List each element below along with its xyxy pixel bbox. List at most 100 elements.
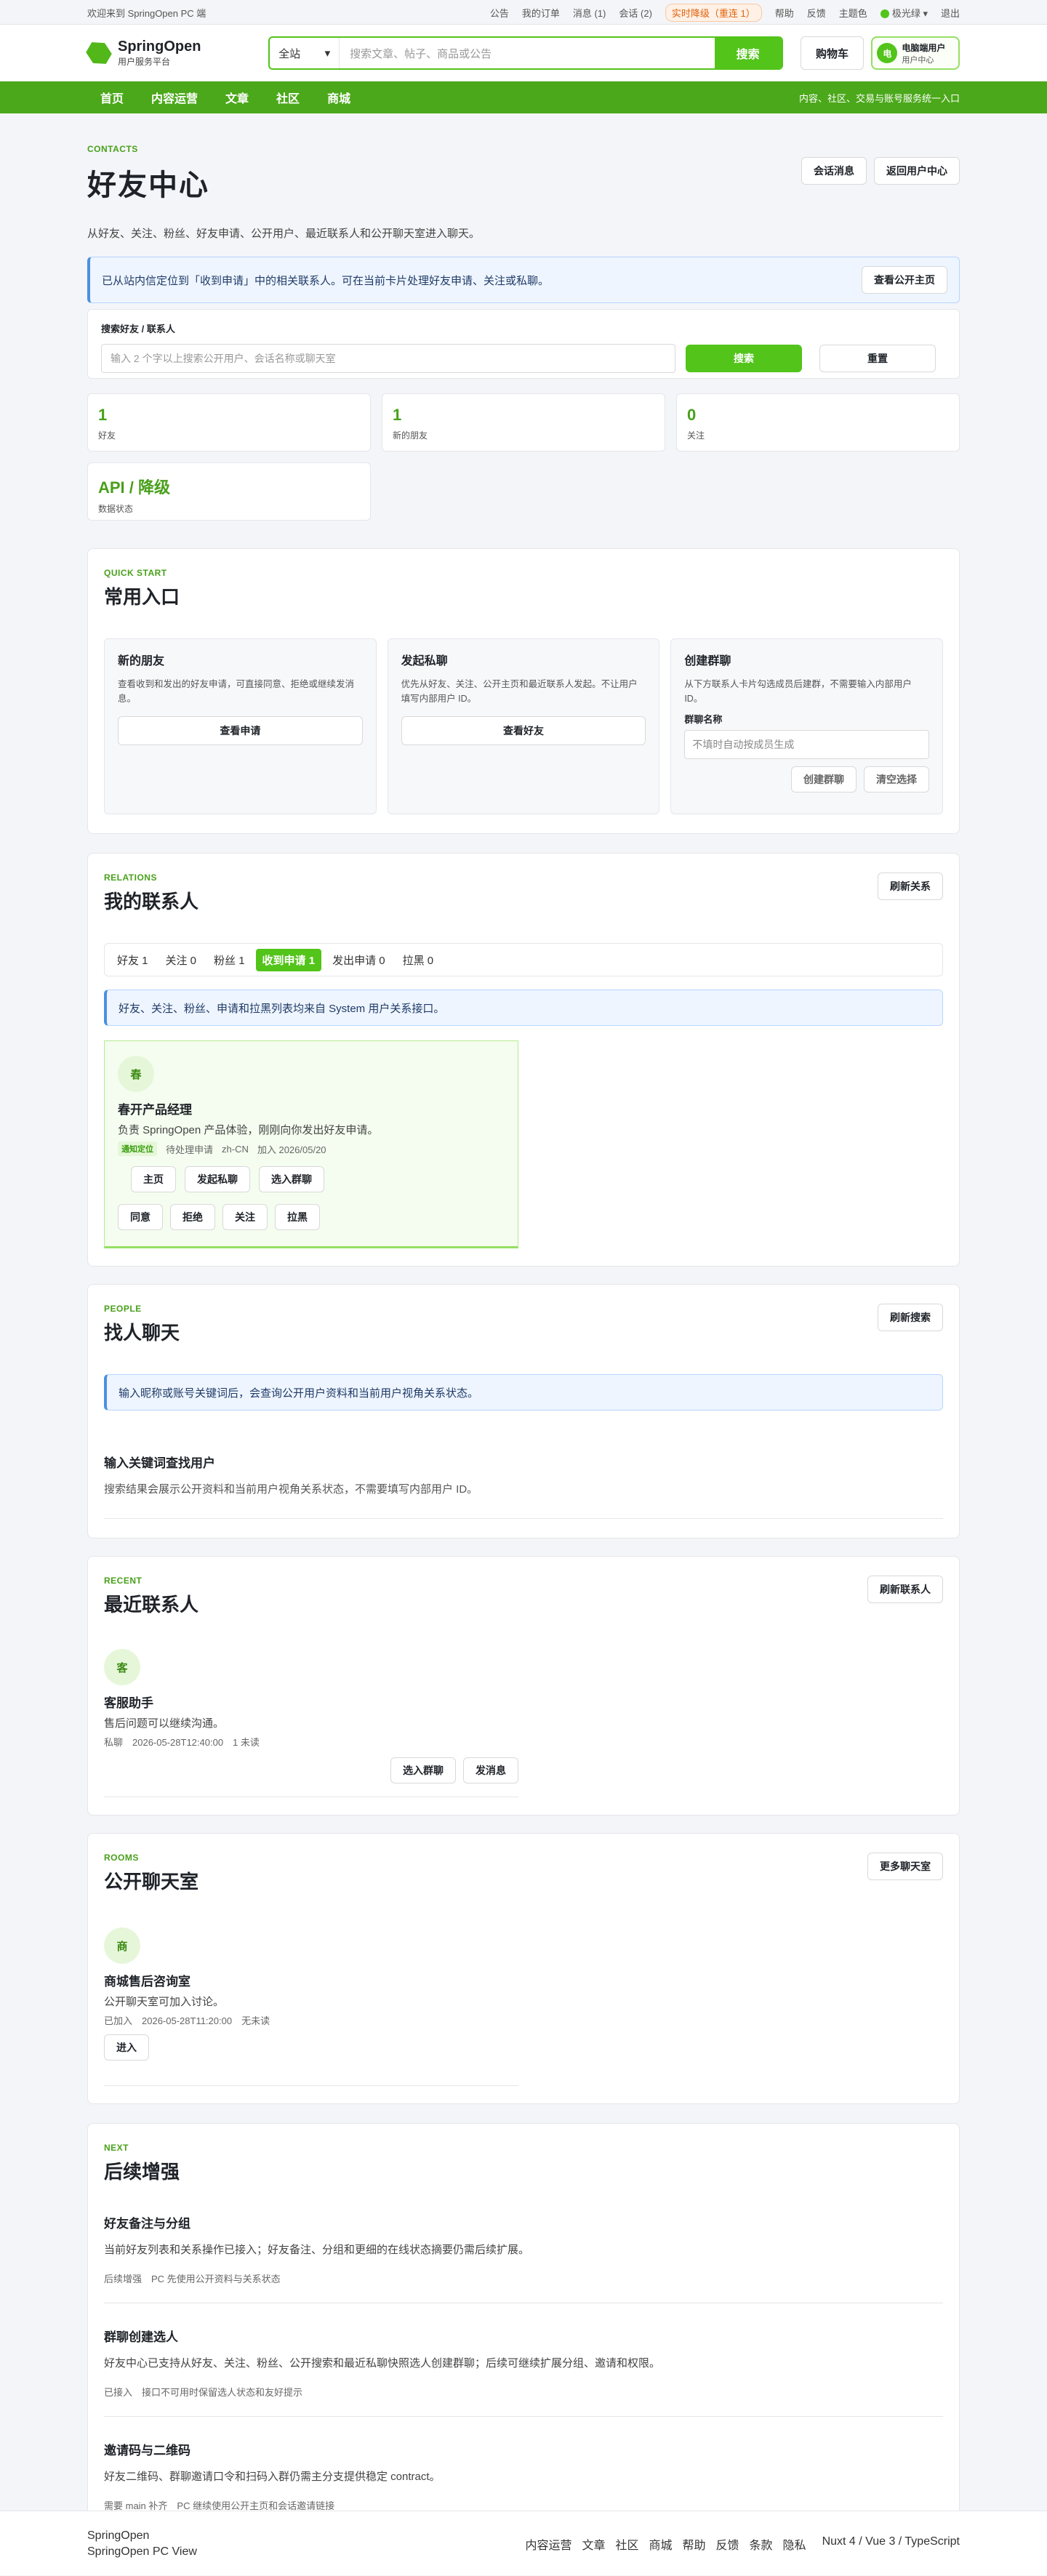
- profile-button[interactable]: 主页: [131, 1166, 176, 1192]
- avatar: 电: [877, 43, 898, 63]
- create-group-button[interactable]: 创建群聊: [790, 766, 857, 793]
- refresh-search-button[interactable]: 刷新搜索: [878, 1304, 943, 1331]
- section-eyebrow: PEOPLE: [104, 1304, 142, 1314]
- theme-selector[interactable]: 极光绿 ▾: [880, 6, 928, 20]
- global-search: 全站 ▾ 搜索文章、帖子、商品或公告 搜索: [268, 36, 783, 70]
- people-card: PEOPLE 找人聊天 刷新搜索 输入昵称或账号关键词后，会查询公开用户资料和当…: [87, 1284, 960, 1538]
- block-button[interactable]: 拉黑: [275, 1204, 320, 1230]
- top-utility-bar: 欢迎来到 SpringOpen PC 端 公告 我的订单 消息 (1) 会话 (…: [0, 0, 1047, 25]
- accept-button[interactable]: 同意: [118, 1204, 163, 1230]
- view-public-profile-button[interactable]: 查看公开主页: [862, 266, 947, 294]
- main-content: CONTACTS 好友中心 会话消息 返回用户中心 从好友、关注、粉丝、好友申请…: [87, 113, 960, 2545]
- nav-item-articles[interactable]: 文章: [225, 89, 249, 106]
- topbar-link-notice[interactable]: 公告: [490, 6, 509, 20]
- section-title: 公开聊天室: [104, 1871, 199, 1893]
- tab-followers[interactable]: 粉丝 1: [207, 949, 252, 971]
- user-menu[interactable]: 电 电脑端用户 用户中心: [871, 36, 960, 70]
- relations-tabs: 好友 1 关注 0 粉丝 1 收到申请 1 发出申请 0 拉黑 0: [104, 943, 943, 976]
- footer-link-articles[interactable]: 文章: [582, 2535, 605, 2553]
- section-eyebrow: NEXT: [104, 2143, 129, 2153]
- refresh-contacts-button[interactable]: 刷新联系人: [867, 1576, 943, 1603]
- contact-search-input[interactable]: 输入 2 个字以上搜索公开用户、会话名称或聊天室: [101, 344, 675, 373]
- start-private-chat-button[interactable]: 发起私聊: [185, 1166, 250, 1192]
- contact-search-card: 搜索好友 / 联系人 输入 2 个字以上搜索公开用户、会话名称或聊天室 搜索 重…: [87, 309, 960, 379]
- topbar-link-feedback[interactable]: 反馈: [807, 6, 826, 20]
- nav-item-content-ops[interactable]: 内容运营: [151, 89, 198, 106]
- contact-meta: 私聊 2026-05-28T12:40:00 1 未读: [104, 1737, 260, 1748]
- topbar-link-messages[interactable]: 消息 (1): [573, 6, 606, 20]
- footer-link-community[interactable]: 社区: [615, 2535, 638, 2553]
- contact-meta-locale: zh-CN: [222, 1143, 249, 1155]
- rooms-card: ROOMS 公开聊天室 更多聊天室 商 商城售后咨询室 公开聊天室可加入讨论。 …: [87, 1833, 960, 2104]
- messages-button[interactable]: 会话消息: [801, 157, 867, 185]
- logo-subtitle: 用户服务平台: [118, 57, 171, 67]
- footer-link-privacy[interactable]: 隐私: [783, 2535, 806, 2553]
- tab-following[interactable]: 关注 0: [159, 949, 204, 971]
- follow-button[interactable]: 关注: [222, 1204, 268, 1230]
- topbar-link-sessions[interactable]: 会话 (2): [619, 6, 652, 20]
- user-center-label: 用户中心: [902, 55, 934, 65]
- tab-friends[interactable]: 好友 1: [111, 949, 155, 971]
- room-description: 公开聊天室可加入讨论。: [104, 1996, 225, 2008]
- contact-description: 负责 SpringOpen 产品体验，刚刚向你发出好友申请。: [118, 1124, 379, 1136]
- view-requests-button[interactable]: 查看申请: [118, 716, 363, 745]
- stat-label: 好友: [98, 430, 116, 441]
- topbar-link-orders[interactable]: 我的订单: [522, 6, 560, 20]
- tab-sent-requests[interactable]: 发出申请 0: [326, 949, 392, 971]
- enter-room-button[interactable]: 进入: [104, 2034, 149, 2061]
- nav-item-mall[interactable]: 商城: [327, 89, 350, 106]
- quick-box-desc: 查看收到和发出的好友申请，可直接同意、拒绝或继续发消息。: [118, 679, 355, 704]
- section-eyebrow: RELATIONS: [104, 872, 157, 883]
- chevron-down-icon: ▾: [324, 47, 331, 60]
- footer-subtitle: SpringOpen PC View: [87, 2545, 197, 2558]
- more-rooms-button[interactable]: 更多聊天室: [867, 1853, 943, 1880]
- recent-card: RECENT 最近联系人 刷新联系人 客 客服助手 售后问题可以继续沟通。 私聊…: [87, 1556, 960, 1815]
- send-message-button[interactable]: 发消息: [463, 1757, 518, 1783]
- search-scope-select[interactable]: 全站 ▾: [270, 38, 340, 68]
- reset-button[interactable]: 重置: [819, 345, 936, 372]
- empty-hint-title: 输入关键词查找用户: [104, 1456, 215, 1470]
- section-title: 找人聊天: [104, 1322, 180, 1344]
- footer-link-content-ops[interactable]: 内容运营: [525, 2535, 571, 2553]
- view-friends-button[interactable]: 查看好友: [401, 716, 646, 745]
- footer-link-help[interactable]: 帮助: [683, 2535, 706, 2553]
- footer-link-feedback[interactable]: 反馈: [716, 2535, 739, 2553]
- room-meta: 已加入 2026-05-28T11:20:00 无未读: [104, 2015, 270, 2026]
- nav-item-community[interactable]: 社区: [276, 89, 300, 106]
- select-to-group-button[interactable]: 选入群聊: [390, 1757, 456, 1783]
- next-item-desc: 当前好友列表和关系操作已接入；好友备注、分组和更细的在线状态摘要仍需后续扩展。: [104, 2244, 530, 2256]
- group-name-input[interactable]: 不填时自动按成员生成: [684, 730, 929, 759]
- reject-button[interactable]: 拒绝: [170, 1204, 215, 1230]
- cart-button[interactable]: 购物车: [800, 36, 865, 70]
- contact-search-button[interactable]: 搜索: [686, 345, 802, 372]
- stat-data-status: API / 降级 数据状态: [87, 462, 371, 521]
- select-to-group-button[interactable]: 选入群聊: [259, 1166, 324, 1192]
- footer-link-mall[interactable]: 商城: [649, 2535, 672, 2553]
- stat-following: 0 关注: [676, 393, 960, 452]
- section-title: 最近联系人: [104, 1594, 199, 1616]
- clear-selection-button[interactable]: 清空选择: [863, 766, 929, 793]
- topbar-link-help[interactable]: 帮助: [775, 6, 794, 20]
- contact-meta-joined: 加入 2026/05/20: [257, 1144, 326, 1155]
- footer-link-terms[interactable]: 条款: [750, 2535, 773, 2553]
- stat-value: 1: [98, 406, 108, 424]
- site-logo[interactable]: SpringOpen 用户服务平台: [87, 39, 268, 68]
- global-search-button[interactable]: 搜索: [714, 38, 782, 68]
- logout-link[interactable]: 退出: [941, 6, 960, 20]
- theme-label: 主题色: [838, 7, 867, 19]
- footer-brand: SpringOpen: [87, 2529, 150, 2542]
- quick-box-desc: 优先从好友、关注、公开主页和最近联系人发起。不让用户填写内部用户 ID。: [401, 679, 638, 704]
- stat-label: 数据状态: [98, 504, 134, 514]
- tab-blocked[interactable]: 拉黑 0: [396, 949, 441, 971]
- notice-text: 已从站内信定位到「收到申请」中的相关联系人。可在当前卡片处理好友申请、关注或私聊…: [102, 274, 550, 287]
- back-user-center-button[interactable]: 返回用户中心: [874, 157, 960, 185]
- tab-received-requests[interactable]: 收到申请 1: [255, 948, 322, 971]
- main-nav: 首页 内容运营 文章 社区 商城 内容、社区、交易与账号服务统一入口: [0, 81, 1047, 113]
- stat-friends: 1 好友: [87, 393, 371, 452]
- next-card: NEXT 后续增强 好友备注与分组 当前好友列表和关系操作已接入；好友备注、分组…: [87, 2123, 960, 2545]
- welcome-text: 欢迎来到 SpringOpen PC 端: [87, 7, 206, 19]
- refresh-relations-button[interactable]: 刷新关系: [878, 872, 943, 900]
- section-eyebrow: QUICK START: [104, 568, 167, 578]
- nav-item-home[interactable]: 首页: [100, 89, 124, 106]
- global-search-input[interactable]: 搜索文章、帖子、商品或公告: [340, 38, 715, 68]
